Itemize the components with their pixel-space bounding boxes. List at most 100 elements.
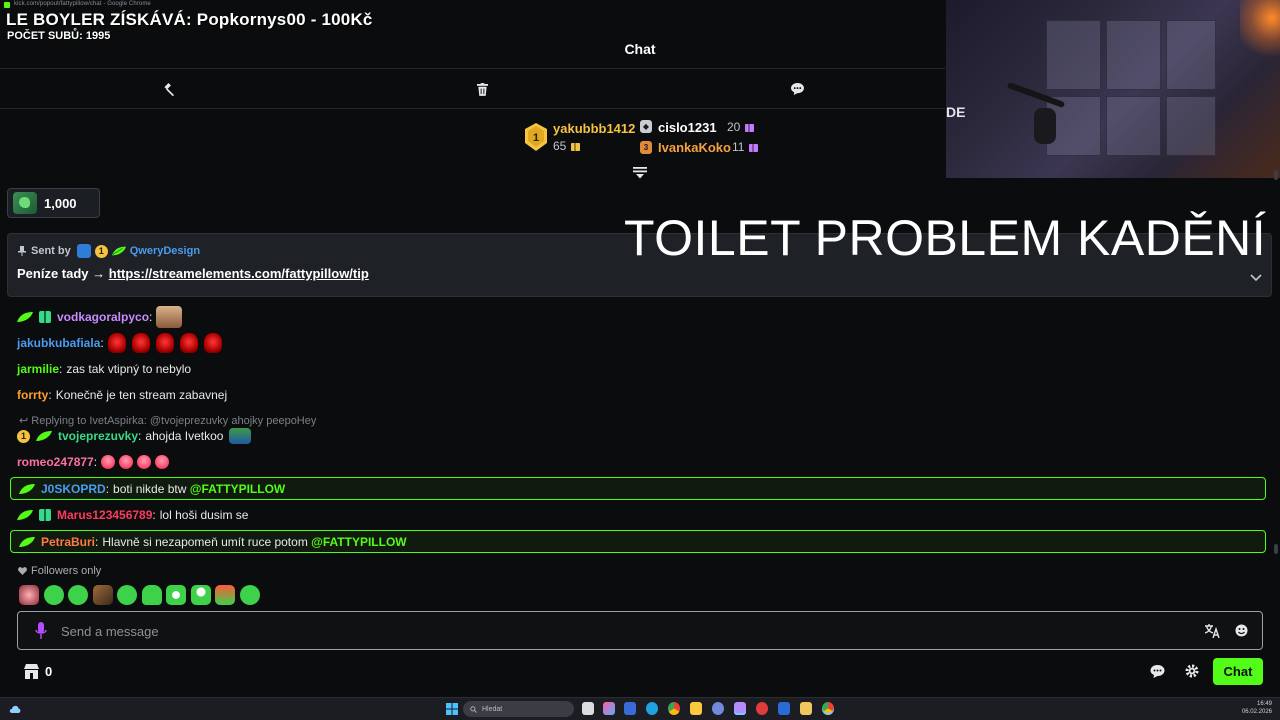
taskbar-clock[interactable]: 16:49 06.02.2026 (1242, 700, 1272, 716)
message-username[interactable]: tvojeprezuvky (58, 429, 138, 443)
collapse-leaderboard-icon[interactable] (632, 167, 648, 179)
smile-emoji-icon (137, 455, 152, 469)
taskbar-search[interactable]: Hledat (463, 701, 574, 717)
weather-cloud-icon[interactable] (9, 704, 21, 713)
message-username[interactable]: Marus123456789 (57, 508, 152, 522)
smile-emoji-icon (119, 455, 134, 469)
send-chat-button[interactable]: Chat (1213, 658, 1263, 685)
message-mention[interactable]: @FATTYPILLOW (311, 535, 406, 549)
message-username[interactable]: jarmilie (17, 362, 59, 376)
chrome-icon-active[interactable] (822, 702, 834, 715)
chat-title: Chat (624, 41, 656, 57)
emoji-icon[interactable] (1235, 624, 1248, 637)
kicks-balance-button[interactable]: 1,000 (7, 188, 100, 218)
windows-start-icon[interactable] (446, 703, 458, 715)
webcam-sign-text: DE (946, 104, 966, 120)
chat-message: Marus123456789: lol hoši dusim se (17, 505, 248, 525)
message-text: lol hoši dusim se (159, 508, 249, 522)
message-text: Hlavně si nezapomeň umít ruce potom (102, 534, 308, 549)
chat-message: forrty: Konečně je ten stream zabavnej (17, 388, 228, 402)
leaderboard-third-name[interactable]: IvankaKoko (658, 140, 731, 155)
app-icon[interactable] (624, 702, 636, 715)
microphone-icon[interactable] (35, 622, 47, 640)
gold-medal-icon: 1 (525, 123, 547, 151)
banner-subs-count: POČET SUBŮ: 1995 (7, 30, 111, 42)
chevron-down-icon[interactable] (1250, 272, 1262, 282)
pinned-username[interactable]: QweryDesign (130, 245, 200, 257)
app-icon[interactable] (800, 702, 812, 715)
gift-badge-icon (39, 311, 51, 323)
header-divider (0, 68, 945, 69)
emote-6-icon[interactable] (141, 585, 162, 605)
browser-url: kick.com/popout/fattypillow/chat - Googl… (14, 1, 151, 7)
toolbar-divider (0, 108, 945, 109)
subscriber-badge-icon (17, 312, 33, 322)
taskbar-search-placeholder: Hledat (482, 705, 503, 713)
emote-9-icon[interactable] (215, 585, 235, 605)
leaderboard-second-name[interactable]: cislo1231 (658, 120, 717, 135)
clock-time: 16:49 (1256, 701, 1272, 707)
chrome-icon[interactable] (668, 702, 680, 715)
gift-badge-icon (39, 509, 51, 521)
subscriber-badge-icon (19, 483, 35, 494)
emote-4-icon[interactable] (92, 585, 113, 605)
emote-3-icon[interactable] (68, 585, 88, 605)
chat-message: romeo247877: (17, 452, 173, 472)
subscriber-badge-icon (19, 536, 35, 547)
chat-mode-button[interactable] (788, 80, 806, 98)
emote-5-icon[interactable] (117, 585, 137, 605)
gift-icon (749, 143, 759, 152)
clear-chat-button[interactable] (473, 80, 491, 98)
gifter-badge: 1 (94, 244, 108, 258)
gift-icon (745, 123, 755, 132)
alert-light-emote-icon (155, 333, 174, 353)
discord-icon[interactable] (712, 702, 724, 715)
message-username[interactable]: vodkagoralpyco (57, 310, 149, 324)
leaderboard-first-name[interactable]: yakubbb1412 (553, 121, 635, 136)
smile-emoji-icon (155, 455, 170, 469)
file-explorer-icon[interactable] (690, 702, 702, 715)
message-text: ahojda Ivetkoo (145, 429, 224, 443)
mod-toolbar (0, 70, 945, 108)
emote-7-icon[interactable] (166, 585, 186, 605)
app-icon-active[interactable] (734, 702, 746, 715)
hammer-icon (163, 82, 174, 96)
chat-input-box (17, 611, 1263, 650)
edge-icon[interactable] (646, 702, 658, 715)
gear-icon[interactable] (1185, 664, 1199, 678)
mod-tools-button[interactable] (159, 80, 177, 98)
subscriber-badge-icon (17, 510, 33, 520)
task-view-icon[interactable] (582, 702, 594, 715)
scroll-indicator (1274, 544, 1278, 554)
webcam-feed: DE (946, 0, 1280, 178)
app-icon[interactable] (603, 702, 615, 715)
emote-8-icon[interactable] (190, 585, 211, 605)
emote-10-icon[interactable] (239, 585, 260, 605)
chat-message: vodkagoralpyco: (17, 306, 186, 328)
store-icon[interactable] (24, 664, 39, 679)
chat-message: 1 tvojeprezuvky: ahojda Ivetkoo (17, 426, 255, 446)
leaderboard-second-count: 20 (727, 120, 755, 134)
emote-2-icon[interactable] (43, 585, 64, 605)
translate-icon[interactable] (1205, 624, 1220, 638)
emote-1-icon[interactable] (19, 585, 39, 605)
clock-date: 06.02.2026 (1241, 709, 1272, 715)
pinned-text-prefix: Peníze tady → (17, 266, 109, 281)
alert-light-emote-icon (203, 333, 222, 353)
message-mention[interactable]: @FATTYPILLOW (190, 482, 285, 496)
message-username[interactable]: jakubkubafiala (17, 336, 100, 350)
app-icon[interactable] (756, 702, 768, 715)
heart-icon (18, 567, 27, 575)
kicks-gem-icon (13, 192, 37, 214)
chat-bubble-icon[interactable] (1150, 665, 1165, 678)
message-username[interactable]: J0SKOPRD (41, 482, 106, 496)
message-username[interactable]: romeo247877 (17, 455, 94, 469)
chat-bubble-icon (790, 83, 804, 95)
app-icon[interactable] (778, 702, 790, 715)
message-username[interactable]: PetraBuri (41, 535, 95, 549)
chat-message-highlighted: PetraBuri: Hlavně si nezapomeň umít ruce… (10, 530, 1266, 553)
message-username[interactable]: forrty (17, 388, 48, 402)
chat-message-input[interactable] (61, 620, 1161, 642)
tip-link[interactable]: https://streamelements.com/fattypillow/t… (109, 266, 369, 281)
followers-only-label: Followers only (31, 565, 102, 577)
